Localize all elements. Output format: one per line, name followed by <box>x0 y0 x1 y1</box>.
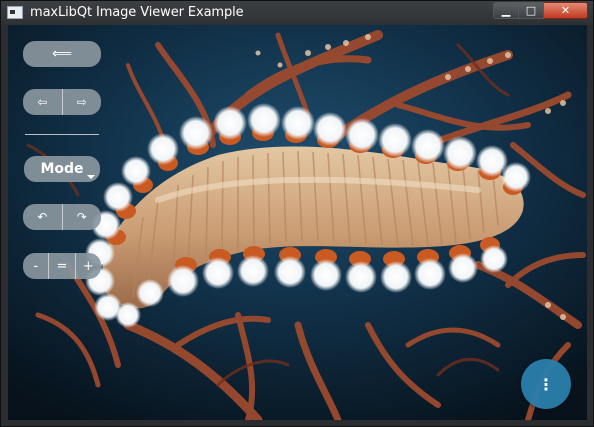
zoom-reset-button[interactable]: = <box>48 253 74 279</box>
dropdown-caret-icon <box>87 175 95 179</box>
rotate-left-icon: ↶ <box>37 210 48 224</box>
rotate-left-button[interactable]: ↶ <box>23 204 62 230</box>
zoom-out-button[interactable]: - <box>23 253 48 279</box>
back-arrow-icon: ⟸ <box>51 46 73 62</box>
arrow-left-icon: ⇦ <box>37 95 48 109</box>
mode-button[interactable]: Mode <box>24 156 100 182</box>
app-window: maxLibQt Image Viewer Example ▁ □ ✕ ⟸ ⇦ … <box>0 0 594 427</box>
zoom-in-button[interactable]: + <box>74 253 101 279</box>
image-viewport[interactable]: ⟸ ⇦ ⇨ Mode ↶ ↷ - = + ⋮ <box>8 25 587 420</box>
title-bar[interactable]: maxLibQt Image Viewer Example ▁ □ ✕ <box>1 1 593 25</box>
rotate-right-icon: ↷ <box>76 210 87 224</box>
rotate-button-group: ↶ ↷ <box>23 204 101 230</box>
window-title: maxLibQt Image Viewer Example <box>30 5 244 20</box>
app-icon <box>7 6 23 19</box>
next-image-button[interactable]: ⇨ <box>61 89 102 115</box>
back-button[interactable]: ⟸ <box>23 41 101 67</box>
close-button[interactable]: ✕ <box>544 2 588 19</box>
more-vertical-icon: ⋮ <box>538 374 554 394</box>
window-controls: ▁ □ ✕ <box>493 2 588 20</box>
rotate-right-button[interactable]: ↷ <box>61 204 102 230</box>
previous-image-button[interactable]: ⇦ <box>23 89 62 115</box>
mode-label: Mode <box>40 161 84 177</box>
arrow-right-icon: ⇨ <box>76 95 87 109</box>
zoom-button-group: - = + <box>23 253 101 279</box>
maximize-button[interactable]: □ <box>519 2 544 19</box>
toolbar-separator <box>25 134 99 135</box>
menu-button[interactable]: ⋮ <box>521 359 571 409</box>
minimize-button[interactable]: ▁ <box>493 2 519 19</box>
navigation-button-group: ⇦ ⇨ <box>23 89 101 115</box>
